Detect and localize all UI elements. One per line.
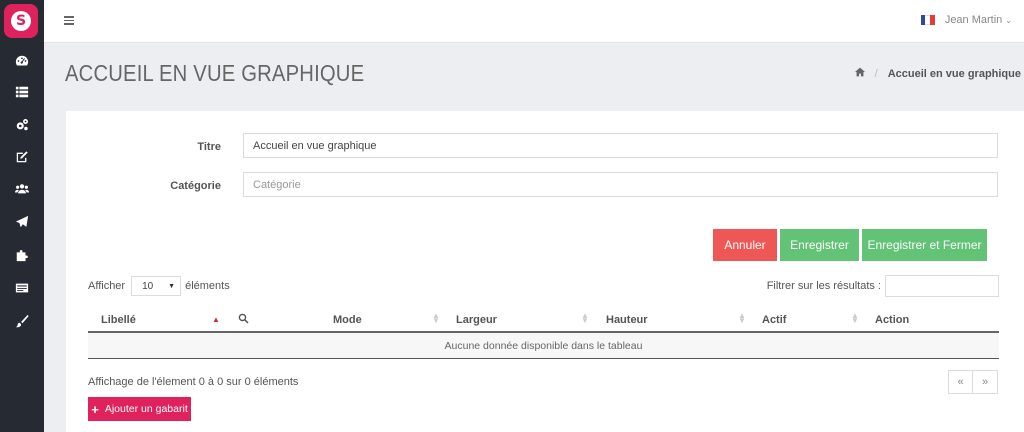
sort-icon: ▲ ▼ [851, 311, 859, 325]
user-name: Jean Martin [944, 14, 1003, 26]
caret-down-icon: ▼ [168, 282, 176, 290]
menu-toggle-icon[interactable] [64, 16, 74, 25]
show-suffix: éléments [185, 280, 230, 292]
page-size-select[interactable]: 10 ▼ [131, 276, 182, 296]
column-header-actif[interactable]: Actif [762, 314, 786, 326]
pagination: « » [948, 370, 998, 394]
save-and-close-button[interactable]: Enregistrer et Fermer [862, 229, 987, 261]
home-icon[interactable] [854, 67, 865, 80]
logo-letter: S [11, 11, 31, 31]
pagination-info: Affichage de l'élement 0 à 0 sur 0 éléme… [88, 376, 299, 388]
column-header-libelle[interactable]: Libellé [101, 314, 136, 326]
cancel-button[interactable]: Annuler [713, 229, 777, 261]
page-size-control: Afficher 10 ▼ éléments [88, 276, 230, 296]
add-template-button[interactable]: + Ajouter un gabarit [88, 397, 191, 421]
titre-input[interactable] [243, 133, 998, 158]
list-icon[interactable] [12, 82, 32, 102]
france-flag-icon [920, 15, 935, 25]
brush-icon[interactable] [12, 311, 32, 331]
sort-icon: ▲ ▼ [581, 311, 589, 325]
sort-icon: ▲ ▼ [738, 311, 746, 325]
chevron-down-icon: ⌄ [1005, 15, 1012, 25]
puzzle-icon[interactable] [12, 245, 32, 265]
breadcrumb-separator: / [874, 67, 878, 80]
sort-asc-icon: ▲ [212, 315, 220, 324]
categorie-label: Catégorie [170, 180, 221, 192]
sort-icon: ▲ ▼ [432, 311, 440, 325]
filter-label: Filtrer sur les résultats : [766, 280, 881, 292]
table-header: Libellé ▲ Mode ▲ ▼ Largeur ▲ ▼ Hauteur ▲ ▼ … [88, 307, 999, 333]
content-card: Titre Catégorie Annuler Enregistrer Enre… [66, 111, 1024, 432]
show-prefix: Afficher [88, 280, 126, 292]
dashboard-icon[interactable] [12, 51, 32, 71]
edit-icon[interactable] [12, 147, 32, 167]
user-menu[interactable]: Jean Martin ⌄ [920, 14, 1012, 26]
add-template-label: Ajouter un gabarit [104, 403, 188, 415]
column-header-largeur[interactable]: Largeur [456, 314, 497, 326]
top-bar: Jean Martin ⌄ [44, 0, 1024, 43]
empty-table-message: Aucune donnée disponible dans le tableau [88, 333, 999, 359]
app-logo[interactable]: S [4, 4, 38, 38]
users-icon[interactable] [12, 179, 32, 199]
page-size-value: 10 [142, 280, 154, 292]
data-table: Libellé ▲ Mode ▲ ▼ Largeur ▲ ▼ Hauteur ▲ ▼ … [88, 307, 999, 359]
sidebar: S [0, 0, 44, 432]
cogs-icon[interactable] [12, 115, 32, 135]
save-button[interactable]: Enregistrer [780, 229, 859, 261]
previous-page-button[interactable]: « [948, 370, 973, 394]
column-header-mode[interactable]: Mode [333, 314, 362, 326]
column-header-hauteur[interactable]: Hauteur [606, 314, 648, 326]
filter-control: Filtrer sur les résultats : [767, 275, 999, 297]
categorie-input[interactable] [243, 172, 998, 197]
column-header-action: Action [875, 314, 910, 326]
send-icon[interactable] [12, 212, 32, 232]
plus-icon: + [91, 401, 99, 417]
breadcrumb-current: Accueil en vue graphique [887, 67, 1021, 80]
titre-label: Titre [197, 141, 221, 153]
filter-input[interactable] [885, 275, 999, 297]
search-icon [238, 313, 249, 327]
card-icon[interactable] [12, 278, 32, 298]
breadcrumb: / Accueil en vue graphique [854, 67, 1021, 80]
next-page-button[interactable]: » [973, 370, 998, 394]
page-title: ACCUEIL EN VUE GRAPHIQUE [65, 60, 365, 86]
